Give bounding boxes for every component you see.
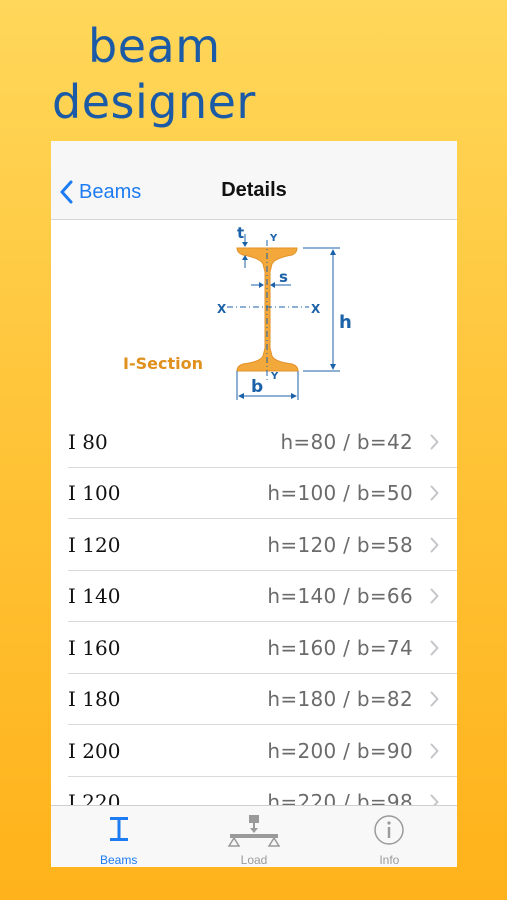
chevron-right-icon	[430, 434, 439, 450]
chevron-right-icon	[430, 485, 439, 501]
list-item[interactable]: I 200 h=200 / b=90	[51, 725, 457, 777]
beam-dimensions: h=180 / b=82	[267, 687, 413, 712]
load-icon	[227, 815, 281, 847]
info-icon	[374, 815, 405, 845]
b-arrowhead-right	[291, 393, 297, 399]
list-item[interactable]: I 180 h=180 / b=82	[51, 674, 457, 726]
app-screen: Beams Details t Y s X X h b Y I-Section …	[51, 141, 457, 867]
s-arrowhead-left	[259, 282, 264, 288]
list-item[interactable]: I 120 h=120 / b=58	[51, 519, 457, 571]
beam-name: I 80	[68, 429, 108, 454]
beam-name: I 200	[68, 738, 121, 763]
promo-title-line2: designer	[52, 75, 256, 129]
list-item[interactable]: I 140 h=140 / b=66	[51, 571, 457, 623]
tab-load[interactable]: Load	[186, 806, 321, 867]
axis-x-label-left: X	[217, 302, 227, 316]
h-arrowhead-bottom	[330, 364, 336, 370]
beam-name: I 180	[68, 687, 121, 712]
t-arrowhead-top	[242, 242, 248, 247]
tab-info-label: Info	[379, 853, 400, 867]
axis-y-label-top: Y	[269, 233, 278, 244]
beam-name: I 160	[68, 635, 121, 660]
list-item[interactable]: I 160 h=160 / b=74	[51, 622, 457, 674]
tab-info[interactable]: Info	[322, 806, 457, 867]
page-title: Details	[221, 179, 287, 201]
beam-name: I 100	[68, 481, 121, 506]
chevron-right-icon	[430, 537, 439, 553]
promo-title-line1: beam	[88, 19, 221, 73]
b-arrowhead-left	[238, 393, 244, 399]
beam-dimensions: h=120 / b=58	[267, 532, 413, 557]
promo-title: beam designer	[52, 18, 256, 130]
beam-name: I 140	[68, 584, 121, 609]
list-item[interactable]: I 80 h=80 / b=42	[51, 416, 457, 468]
beam-dimensions: h=80 / b=42	[280, 429, 413, 454]
section-label: I-Section	[123, 354, 203, 373]
beam-name: I 120	[68, 532, 121, 557]
i-section-diagram: t Y s X X h b Y I-Section	[123, 224, 352, 400]
tab-bar: Beams Load Info	[51, 805, 457, 867]
i-beam-icon	[109, 817, 128, 841]
beam-dimensions: h=140 / b=66	[267, 584, 413, 609]
chevron-right-icon	[430, 640, 439, 656]
dim-s-label: s	[279, 268, 288, 286]
s-arrowhead-right	[270, 282, 275, 288]
chevron-right-icon	[430, 691, 439, 707]
beam-dimensions: h=160 / b=74	[267, 635, 413, 660]
tab-load-label: Load	[240, 853, 268, 867]
axis-y-label-bottom: Y	[270, 371, 279, 382]
dim-b-label: b	[251, 377, 263, 397]
chevron-right-icon	[430, 743, 439, 759]
h-arrowhead-top	[330, 249, 336, 255]
beam-dimensions: h=100 / b=50	[267, 481, 413, 506]
tab-beams[interactable]: Beams	[51, 806, 186, 867]
beam-list: I 80 h=80 / b=42 I 100 h=100 / b=50 I 12…	[51, 416, 457, 828]
tab-beams-label: Beams	[99, 853, 138, 867]
list-item[interactable]: I 100 h=100 / b=50	[51, 468, 457, 520]
dim-t-label: t	[237, 224, 244, 242]
axis-x-label-right: X	[311, 302, 321, 316]
beam-dimensions: h=200 / b=90	[267, 738, 413, 763]
dim-h-label: h	[339, 312, 352, 333]
chevron-right-icon	[430, 588, 439, 604]
navigation-bar: Beams Details	[51, 141, 457, 220]
